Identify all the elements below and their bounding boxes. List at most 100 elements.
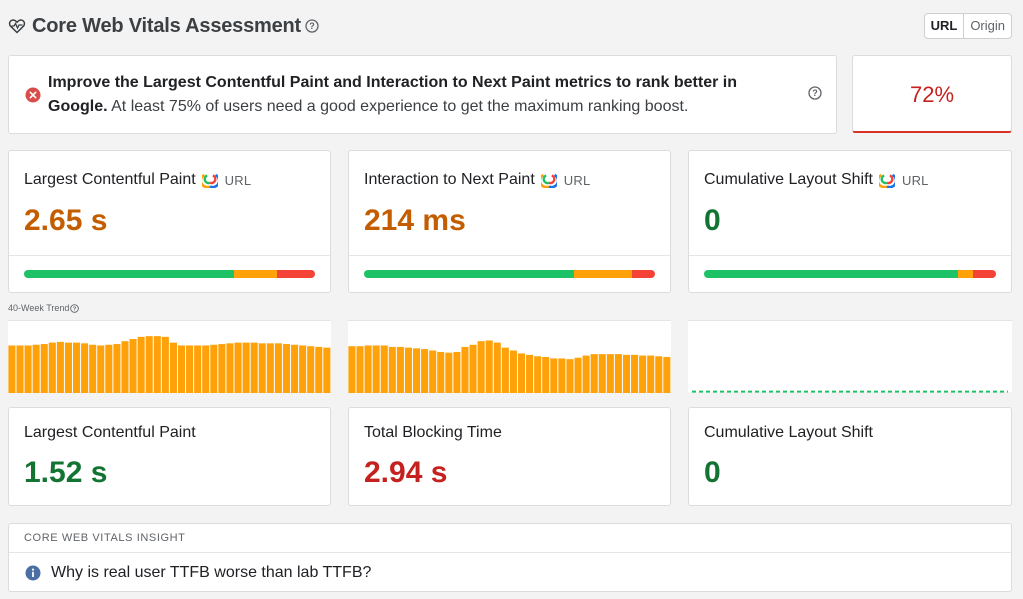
trend-bar xyxy=(8,345,16,393)
trend-bar xyxy=(153,336,161,393)
trend-bar xyxy=(194,345,202,393)
trend-chart-lcp[interactable] xyxy=(8,320,331,393)
field-metric-cls[interactable]: Cumulative Layout Shift URL 0 xyxy=(688,150,1012,293)
trend-bar xyxy=(647,355,655,393)
metric-label: Largest Contentful Paint xyxy=(24,424,196,441)
trend-bar xyxy=(477,341,485,393)
trend-bar xyxy=(501,347,509,393)
trend-bar xyxy=(202,345,210,393)
metric-label: Largest Contentful Paint xyxy=(24,171,196,188)
metric-value: 214 ms xyxy=(364,204,466,237)
trend-bar xyxy=(145,336,153,393)
metric-value: 1.52 s xyxy=(24,456,108,489)
metric-label: Total Blocking Time xyxy=(364,424,502,441)
trend-bar xyxy=(445,352,453,393)
trend-bar xyxy=(631,354,639,393)
trend-bar xyxy=(161,336,169,393)
trend-bar xyxy=(89,344,97,393)
lab-metric-lcp[interactable]: Largest Contentful Paint 1.52 s xyxy=(8,407,331,506)
trend-bar xyxy=(307,346,315,393)
crux-icon xyxy=(540,173,557,188)
lab-metric-cls[interactable]: Cumulative Layout Shift 0 xyxy=(688,407,1012,506)
assessment-normal-text: At least 75% of users need a good experi… xyxy=(107,98,689,115)
assessment-box: Improve the Largest Contentful Paint and… xyxy=(8,55,837,134)
field-metric-lcp[interactable]: Largest Contentful Paint URL 2.65 s xyxy=(8,150,331,293)
trend-bar xyxy=(56,341,64,393)
trend-bar xyxy=(404,347,412,393)
trend-bar xyxy=(73,342,81,393)
field-metric-inp[interactable]: Interaction to Next Paint URL 214 ms xyxy=(348,150,671,293)
trend-bar xyxy=(32,344,40,393)
trend-bar xyxy=(574,357,582,393)
trend-svg xyxy=(692,390,1008,393)
trend-label-text: 40-Week Trend xyxy=(8,303,70,313)
distribution-needs-improvement xyxy=(233,270,278,278)
trend-bar xyxy=(137,336,145,393)
trend-bar xyxy=(40,344,48,393)
assessment-message: Improve the Largest Contentful Paint and… xyxy=(48,71,793,119)
trend-bar xyxy=(364,345,372,393)
trend-bar xyxy=(437,351,445,393)
distribution-poor xyxy=(277,270,315,278)
page-title: Core Web Vitals Assessment xyxy=(32,14,301,37)
trend-bar xyxy=(266,343,274,393)
trend-svg xyxy=(8,336,331,393)
trend-bar xyxy=(493,342,501,393)
trend-bar xyxy=(24,345,32,393)
metric-value: 2.65 s xyxy=(24,204,108,237)
trend-bar xyxy=(113,344,121,393)
trend-bar xyxy=(655,356,663,393)
trend-bar xyxy=(558,358,566,393)
distribution-good xyxy=(24,270,234,278)
trend-bar xyxy=(590,354,598,393)
insight-box: CORE WEB VITALS INSIGHT Why is real user… xyxy=(8,523,1012,592)
divider xyxy=(9,255,330,256)
trend-bar xyxy=(413,348,421,393)
trend-bar xyxy=(485,340,493,393)
metric-source: URL xyxy=(224,172,252,188)
help-icon[interactable]: ? xyxy=(305,19,319,33)
trend-bar xyxy=(566,359,574,393)
metric-label: Cumulative Layout Shift xyxy=(704,424,873,441)
trend-bar xyxy=(218,344,226,393)
trend-bar xyxy=(356,346,364,393)
trend-bar xyxy=(282,344,291,393)
trend-bar xyxy=(274,343,282,393)
trend-bar xyxy=(315,346,323,393)
metric-label-row: Interaction to Next Paint URL xyxy=(364,171,590,189)
trend-bar xyxy=(64,342,72,393)
metric-value: 2.94 s xyxy=(364,456,448,489)
metric-value: 0 xyxy=(704,456,721,489)
trend-bar xyxy=(550,358,558,393)
url-origin-toggle: URL Origin xyxy=(923,13,1012,39)
distribution-poor xyxy=(631,270,655,278)
trend-bar xyxy=(234,342,242,393)
trend-bar xyxy=(534,356,542,393)
info-icon xyxy=(25,565,41,581)
metric-label: Cumulative Layout Shift xyxy=(704,171,873,188)
insight-item[interactable]: Why is real user TTFB worse than lab TTF… xyxy=(25,564,371,582)
trend-bar xyxy=(606,354,614,393)
toggle-url[interactable]: URL xyxy=(925,14,965,38)
crux-icon xyxy=(201,173,218,188)
trend-bar xyxy=(48,342,56,393)
trend-bar xyxy=(639,355,647,393)
divider xyxy=(9,552,1011,553)
trend-bar xyxy=(598,354,606,393)
help-icon[interactable]: ? xyxy=(70,303,80,313)
trend-bar xyxy=(323,347,331,393)
trend-bar xyxy=(250,342,258,393)
metric-label: Interaction to Next Paint xyxy=(364,171,535,188)
trend-bar xyxy=(421,349,429,393)
metric-source: URL xyxy=(901,172,929,188)
trend-bar xyxy=(469,344,477,393)
toggle-origin[interactable]: Origin xyxy=(964,14,1011,38)
lab-metric-tbt[interactable]: Total Blocking Time 2.94 s xyxy=(348,407,671,506)
help-icon[interactable]: ? xyxy=(808,86,822,100)
trend-chart-inp[interactable] xyxy=(348,320,671,393)
divider xyxy=(349,255,670,256)
trend-chart-cls[interactable] xyxy=(688,320,1012,393)
assessment-score[interactable]: 72% xyxy=(852,55,1012,133)
distribution-poor xyxy=(972,270,996,278)
divider xyxy=(689,255,1011,256)
